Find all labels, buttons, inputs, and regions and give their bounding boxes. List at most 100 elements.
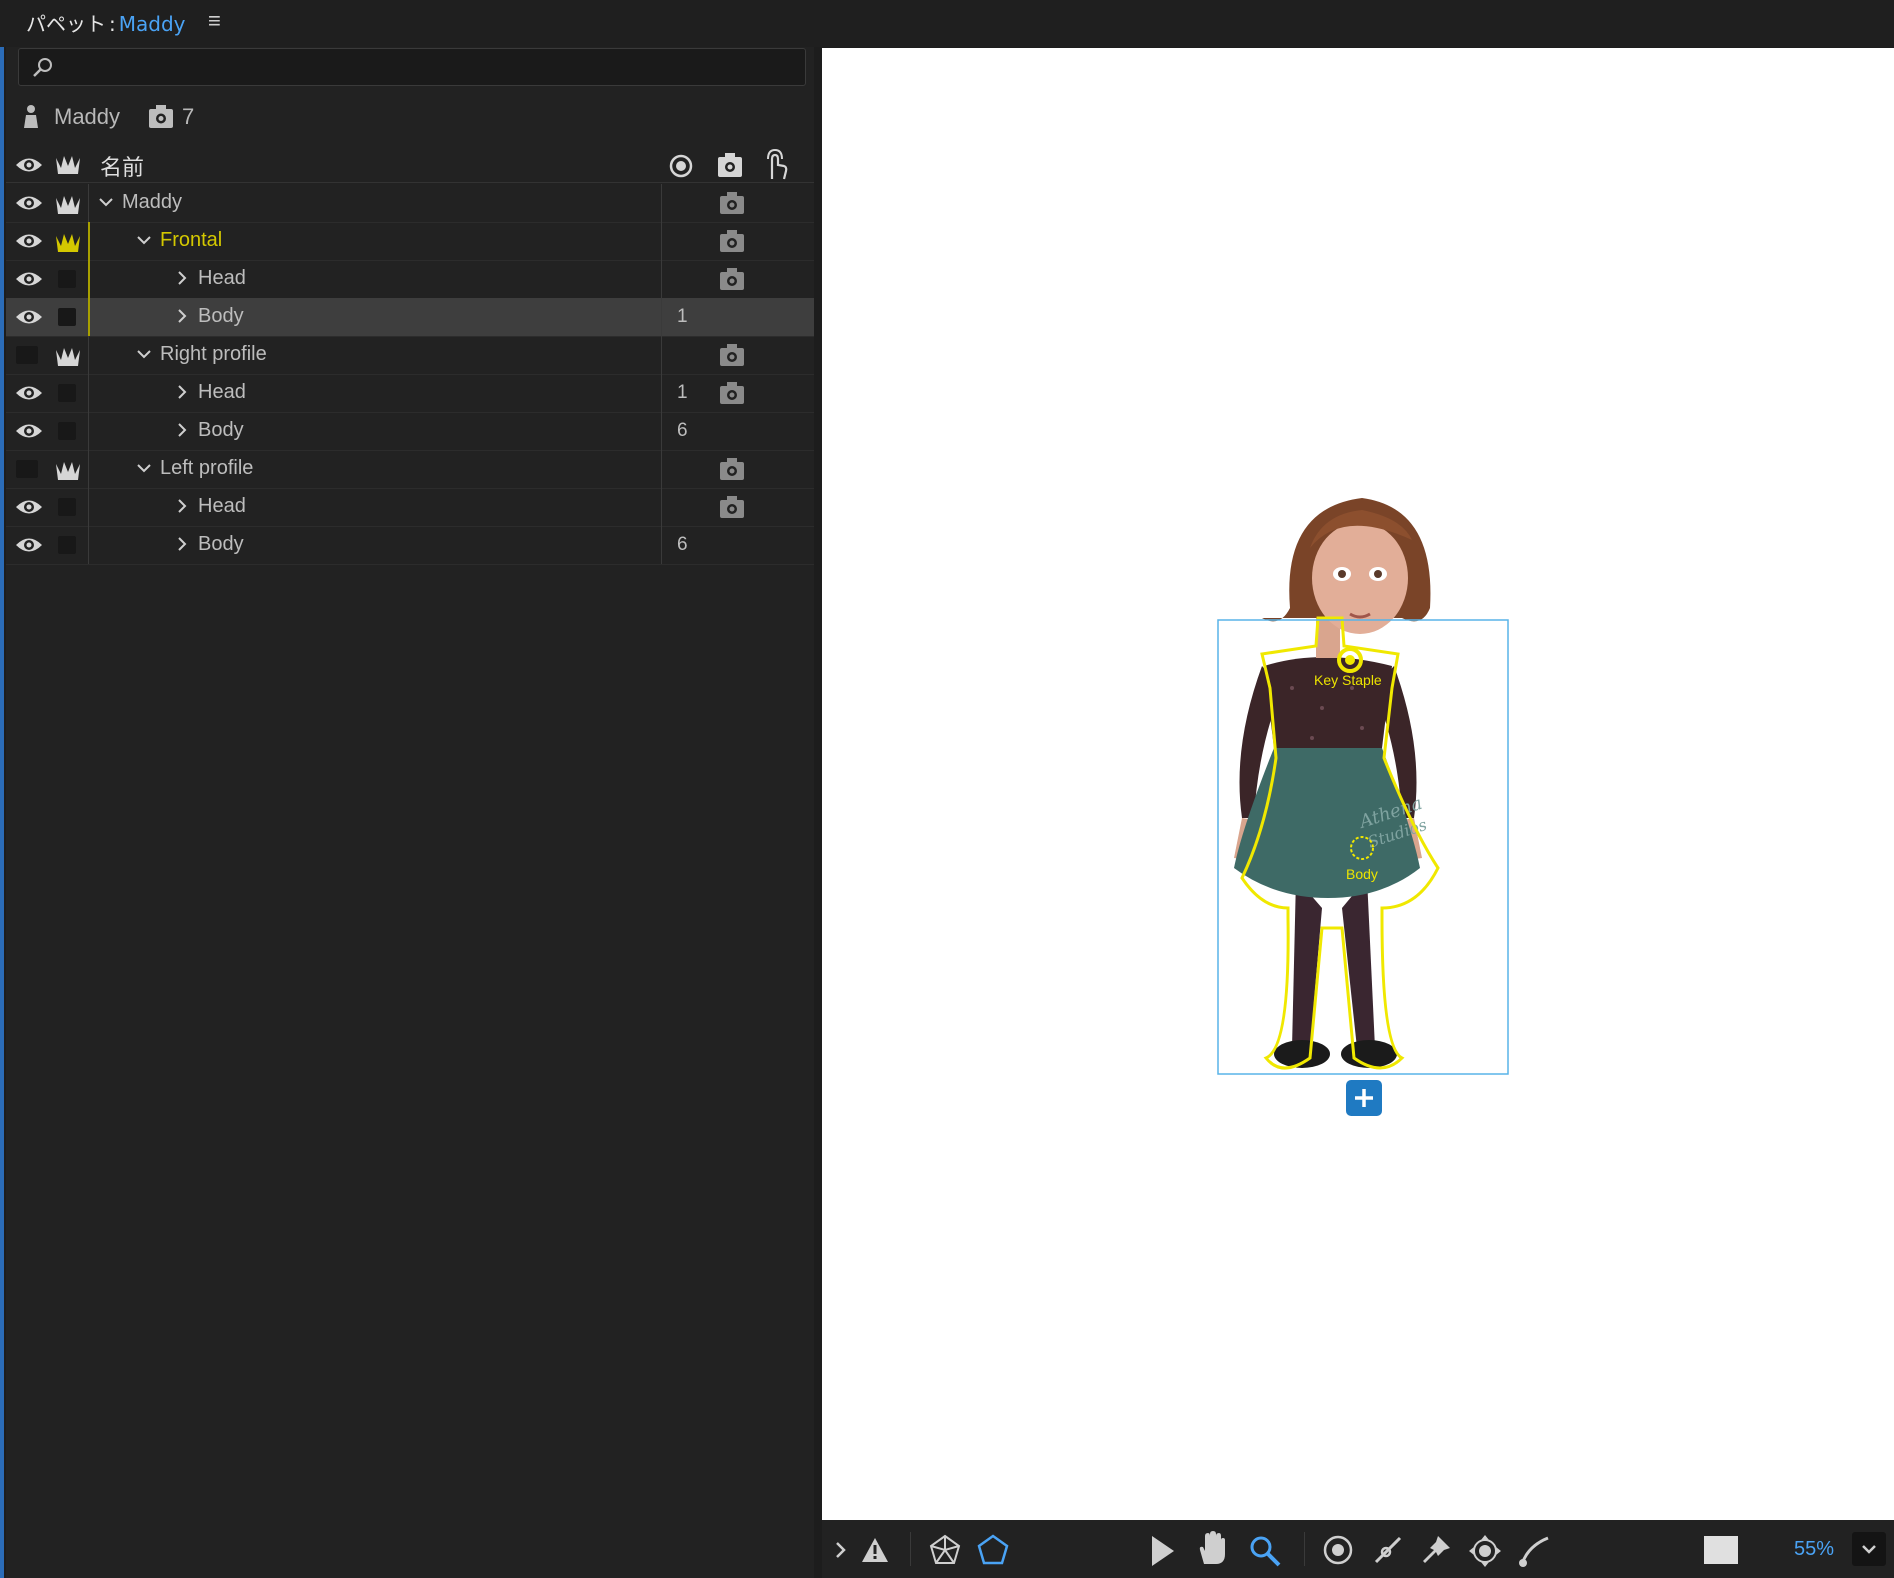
zoom-dropdown-button[interactable] (1852, 1532, 1886, 1566)
scene-canvas[interactable]: Athena Studios Key Staple Body (822, 48, 1894, 1520)
visibility-eye-icon[interactable] (14, 497, 44, 522)
independent-toggle[interactable] (58, 422, 76, 440)
layer-row[interactable]: Body 6 (6, 526, 814, 565)
chevron-down-icon[interactable] (98, 194, 114, 210)
group-guide-line (88, 184, 89, 222)
chevron-right-icon[interactable] (174, 498, 190, 514)
group-guide-line (88, 450, 89, 488)
layer-row[interactable]: Frontal (6, 222, 814, 261)
independent-crown-icon[interactable] (54, 344, 82, 375)
canvas-toolbar: 55% (822, 1520, 1894, 1578)
visibility-toggle[interactable] (16, 346, 38, 364)
layer-row[interactable]: Head (6, 260, 814, 299)
visibility-toggle[interactable] (16, 460, 38, 478)
background-color-swatch[interactable] (1704, 1536, 1738, 1564)
handle-tool-icon[interactable] (1322, 1534, 1354, 1566)
column-divider (661, 450, 662, 488)
chevron-down-icon[interactable] (136, 460, 152, 476)
group-guide-line (88, 336, 89, 374)
layer-row[interactable]: Maddy (6, 184, 814, 223)
behavior-column-icon (718, 153, 742, 177)
visibility-eye-icon[interactable] (14, 231, 44, 256)
dragger-tool-icon[interactable] (1468, 1534, 1502, 1568)
layer-name[interactable]: Head (198, 495, 246, 518)
pin-tool-icon[interactable] (1420, 1534, 1452, 1566)
draw-tool-icon[interactable] (1518, 1534, 1552, 1568)
chevron-right-icon[interactable] (174, 422, 190, 438)
panel-menu-icon[interactable]: ≡ (208, 10, 230, 32)
outline-icon[interactable] (976, 1534, 1010, 1566)
independent-crown-icon[interactable] (54, 458, 82, 489)
name-column-header[interactable]: 名前 (100, 150, 144, 182)
layer-row[interactable]: Body 6 (6, 412, 814, 451)
visibility-column-eye-icon (16, 158, 42, 172)
layer-name[interactable]: Right profile (160, 343, 267, 366)
layer-name[interactable]: Frontal (160, 229, 222, 252)
group-guide-line (88, 298, 90, 336)
layer-row[interactable]: Right profile (6, 336, 814, 375)
visibility-eye-icon[interactable] (14, 193, 44, 218)
independent-toggle[interactable] (58, 536, 76, 554)
mesh-icon[interactable] (928, 1534, 962, 1566)
independent-toggle[interactable] (58, 308, 76, 326)
panel-tab-bar: パペット: Maddy ≡ (0, 0, 1894, 47)
layer-name[interactable]: Body (198, 419, 244, 442)
plus-icon (1355, 1089, 1373, 1107)
behavior-icon[interactable] (719, 229, 745, 258)
independent-toggle[interactable] (58, 498, 76, 516)
layer-row[interactable]: Body 1 (6, 298, 814, 337)
layer-name[interactable]: Left profile (160, 457, 253, 480)
independent-crown-icon[interactable] (54, 230, 82, 261)
behavior-icon (149, 105, 174, 128)
visibility-eye-icon[interactable] (14, 269, 44, 294)
layer-name[interactable]: Body (198, 533, 244, 556)
visibility-eye-icon[interactable] (14, 421, 44, 446)
independent-crown-icon[interactable] (54, 192, 82, 223)
panel-focus-edge (0, 47, 4, 1578)
chevron-right-icon[interactable] (174, 308, 190, 324)
behavior-icon[interactable] (719, 267, 745, 296)
behavior-icon[interactable] (719, 381, 745, 410)
chevron-down-icon[interactable] (136, 346, 152, 362)
handle-label-body[interactable]: Body (1346, 866, 1378, 882)
visibility-eye-icon[interactable] (14, 535, 44, 560)
selection-tool-icon[interactable] (1148, 1534, 1176, 1568)
layer-name[interactable]: Head (198, 267, 246, 290)
puppet-artwork: Athena Studios (1217, 498, 1509, 1075)
hand-tool-icon[interactable] (1196, 1530, 1228, 1566)
chevron-right-icon[interactable] (174, 270, 190, 286)
behavior-icon[interactable] (719, 495, 745, 524)
search-field[interactable] (18, 48, 806, 86)
visibility-eye-icon[interactable] (14, 307, 44, 332)
group-guide-line (88, 488, 89, 526)
independent-toggle[interactable] (58, 384, 76, 402)
handle-label-key-staple[interactable]: Key Staple (1314, 672, 1382, 688)
chevron-down-icon[interactable] (136, 232, 152, 248)
column-divider (661, 374, 662, 412)
layer-name[interactable]: Head (198, 381, 246, 404)
handle-count: 6 (677, 534, 688, 555)
zoom-tool-icon[interactable] (1248, 1534, 1282, 1568)
group-guide-line (88, 222, 90, 260)
layer-name[interactable]: Body (198, 305, 244, 328)
layer-row[interactable]: Left profile (6, 450, 814, 489)
chevron-right-icon[interactable] (174, 536, 190, 552)
layer-row[interactable]: Head 1 (6, 374, 814, 413)
warning-icon[interactable] (860, 1536, 890, 1564)
independent-toggle[interactable] (58, 270, 76, 288)
panel-title-separator: : (109, 12, 116, 36)
visibility-eye-icon[interactable] (14, 383, 44, 408)
zoom-level[interactable]: 55% (1794, 1538, 1834, 1561)
chevron-right-icon[interactable] (174, 384, 190, 400)
column-divider (661, 184, 662, 222)
panel-title[interactable]: パペット: Maddy (26, 8, 186, 37)
behavior-icon[interactable] (719, 343, 745, 372)
add-layer-button[interactable] (1346, 1080, 1382, 1116)
stick-tool-icon[interactable] (1372, 1534, 1404, 1566)
layer-row[interactable]: Head (6, 488, 814, 527)
summary-puppet-name: Maddy (54, 104, 121, 129)
layer-name[interactable]: Maddy (122, 191, 182, 214)
expand-icon[interactable] (834, 1540, 848, 1560)
behavior-icon[interactable] (719, 457, 745, 486)
behavior-icon[interactable] (719, 191, 745, 220)
